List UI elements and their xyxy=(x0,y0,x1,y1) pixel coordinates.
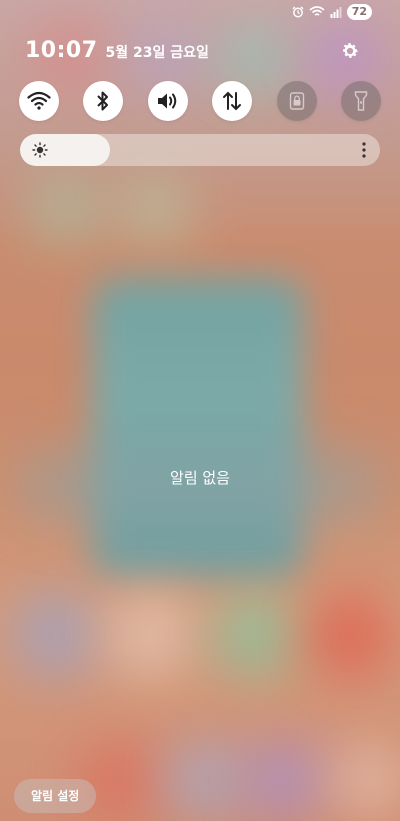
status-bar: 72 xyxy=(292,3,372,21)
quick-settings-row xyxy=(19,81,381,121)
rotation-lock-icon xyxy=(289,92,304,110)
mobile-data-icon xyxy=(223,91,242,111)
flashlight-toggle[interactable] xyxy=(340,81,381,121)
clock-header: 10:07 5월 23일 금요일 xyxy=(25,38,209,63)
cell-signal-icon xyxy=(330,7,342,18)
wifi-signal-icon xyxy=(309,6,325,16)
no-notifications-label: 알림 없음 xyxy=(170,469,230,487)
notification-settings-button[interactable]: 알림 설정 xyxy=(14,779,97,813)
clock-time[interactable]: 10:07 xyxy=(25,38,98,63)
settings-gear-icon[interactable] xyxy=(340,41,360,61)
rotation-lock-toggle[interactable] xyxy=(276,81,317,121)
mobile-data-toggle[interactable] xyxy=(212,81,253,121)
sound-toggle[interactable] xyxy=(147,81,188,121)
alarm-icon xyxy=(292,6,304,18)
more-options-icon[interactable] xyxy=(362,142,366,158)
bluetooth-icon xyxy=(97,91,109,111)
brightness-slider[interactable] xyxy=(20,134,380,166)
clock-date[interactable]: 5월 23일 금요일 xyxy=(106,42,209,62)
brightness-sun-icon xyxy=(32,142,48,158)
battery-level: 72 xyxy=(346,4,372,20)
blurred-wallpaper xyxy=(0,0,400,821)
wifi-toggle[interactable] xyxy=(19,81,59,121)
flashlight-icon xyxy=(354,91,368,111)
wifi-icon xyxy=(27,91,51,110)
sound-icon xyxy=(157,93,177,109)
bluetooth-toggle[interactable] xyxy=(83,81,124,121)
